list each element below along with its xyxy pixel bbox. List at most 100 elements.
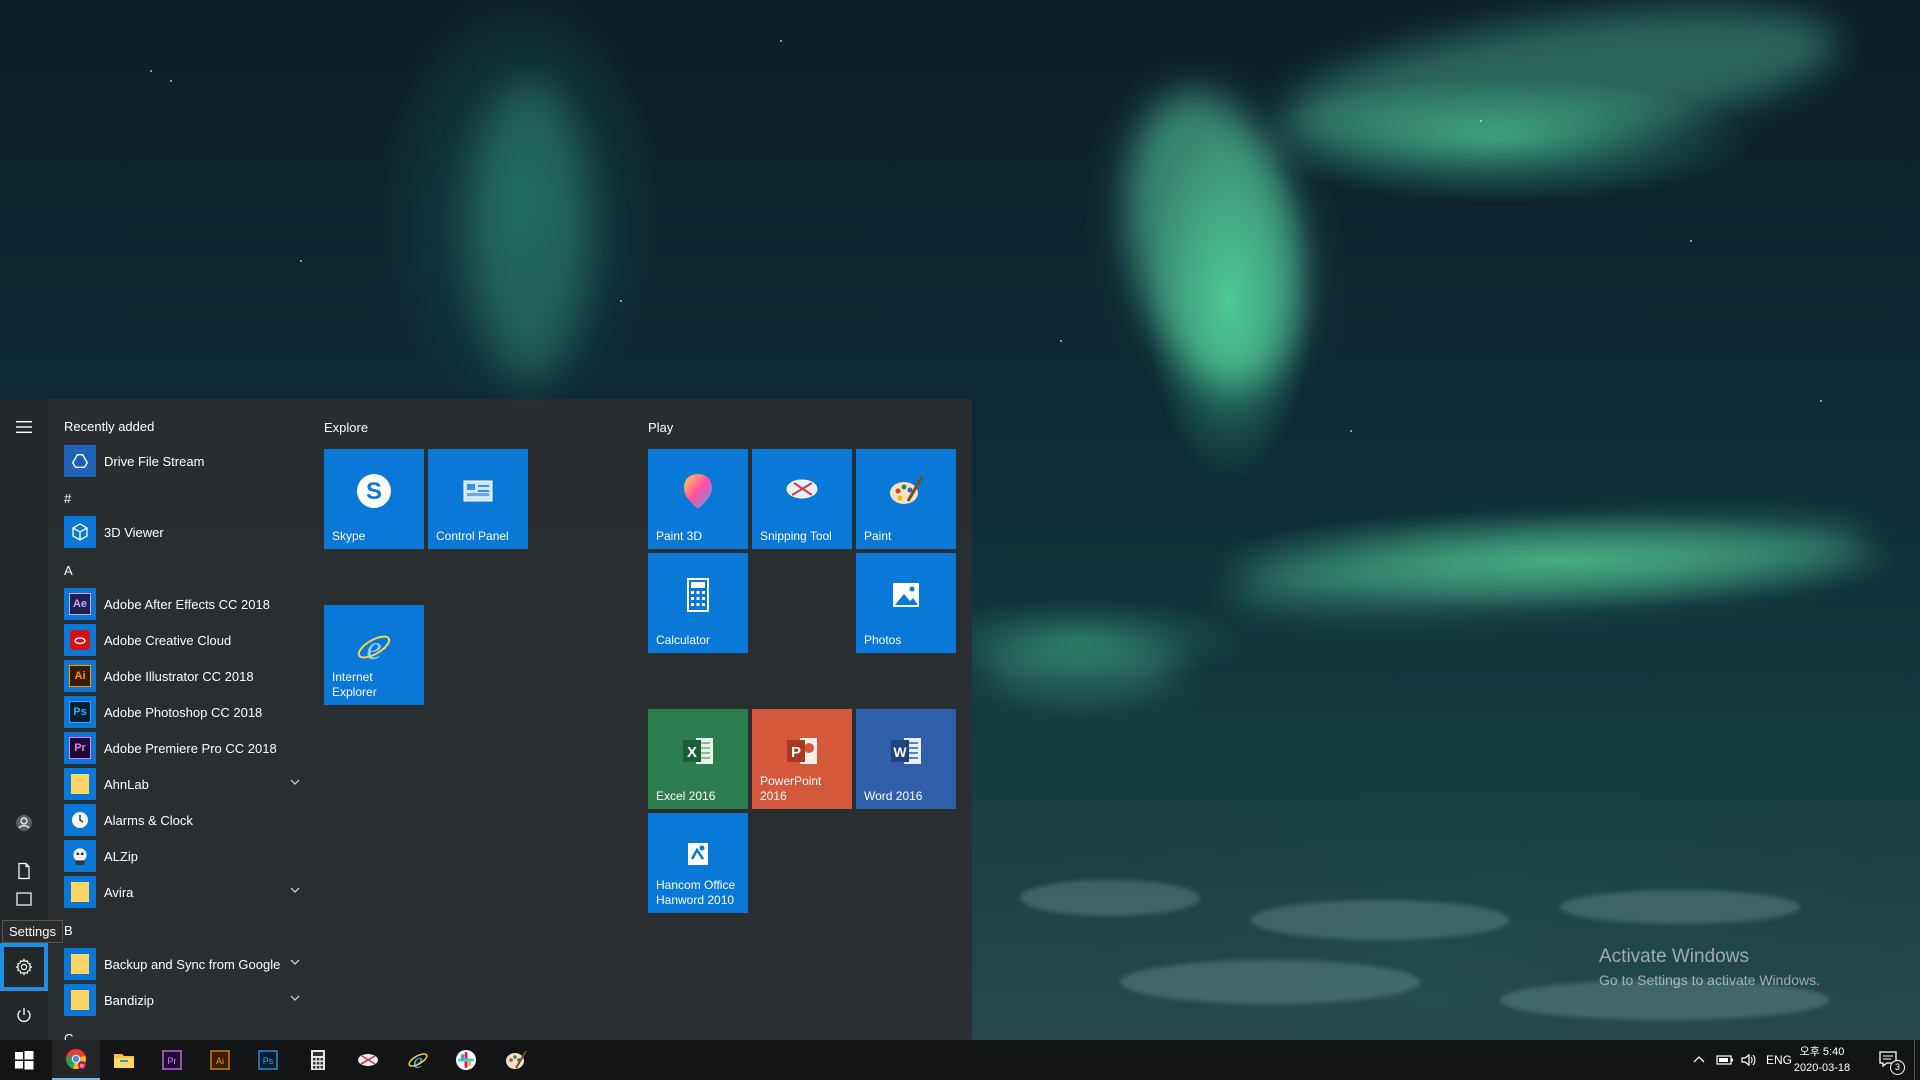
cube-icon (64, 516, 96, 548)
tile-word-2016[interactable]: W Word 2016 (856, 709, 956, 809)
star (150, 70, 152, 72)
list-item-label: Adobe After Effects CC 2018 (104, 596, 270, 612)
user-account-button[interactable] (0, 799, 48, 847)
list-item[interactable]: Ps Adobe Photoshop CC 2018 (64, 695, 304, 729)
folder-icon (64, 876, 96, 908)
premiere-glyph: Pr (69, 737, 91, 759)
aurora-glow (1228, 507, 1872, 623)
documents-button[interactable] (0, 847, 48, 895)
chevron-down-icon[interactable] (288, 991, 302, 1005)
list-item-label: Backup and Sync from Google (104, 956, 281, 972)
pictures-button[interactable] (0, 889, 48, 909)
taskbar-premiere[interactable]: Pr (148, 1040, 196, 1080)
scissors-icon (358, 1054, 378, 1066)
list-item[interactable]: Drive File Stream (64, 444, 304, 478)
skype-icon: S (357, 474, 391, 508)
chevron-up-icon[interactable] (1692, 1053, 1706, 1067)
tile-control-panel[interactable]: Control Panel (428, 449, 528, 549)
start-rail (0, 399, 48, 1040)
tile-hancom-hanword[interactable]: Hancom Office Hanword 2010 (648, 813, 748, 913)
taskbar-photoshop[interactable]: Ps (244, 1040, 292, 1080)
clock-time: 오후 5:40 (1799, 1046, 1845, 1058)
input-language[interactable]: ENG (1766, 1053, 1792, 1067)
settings-button[interactable] (0, 943, 48, 991)
b-header[interactable]: B (64, 923, 73, 938)
power-button[interactable] (0, 991, 48, 1039)
list-item[interactable]: Adobe Creative Cloud (64, 623, 304, 657)
group-title-explore[interactable]: Explore (324, 420, 368, 435)
tile-snipping-tool[interactable]: Snipping Tool (752, 449, 852, 549)
start-button[interactable] (0, 1040, 48, 1080)
action-center-button[interactable]: 3 (1870, 1046, 1906, 1075)
star (620, 300, 622, 302)
star (170, 80, 172, 82)
list-item[interactable]: Pr Adobe Premiere Pro CC 2018 (64, 731, 304, 765)
list-item[interactable]: Avira (64, 875, 304, 909)
taskbar-calculator[interactable] (294, 1040, 342, 1080)
star (1350, 430, 1352, 432)
taskbar-file-explorer[interactable] (100, 1040, 148, 1080)
recently-added-header: Recently added (64, 419, 155, 434)
list-item[interactable]: ALZip (64, 839, 304, 873)
list-item-label: Avira (104, 884, 134, 900)
tile-label: Paint 3D (656, 529, 703, 543)
chevron-down-icon[interactable] (288, 955, 302, 969)
a-header[interactable]: A (64, 563, 73, 578)
expand-menu-button[interactable] (0, 403, 48, 451)
photoshop-glyph: Ps (69, 701, 91, 723)
list-item[interactable]: Ae Adobe After Effects CC 2018 (64, 587, 304, 621)
c-header[interactable]: C (64, 1031, 73, 1040)
list-item[interactable]: Backup and Sync from Google (64, 947, 304, 981)
tile-skype[interactable]: S Skype (324, 449, 424, 549)
folder-icon (114, 1054, 134, 1068)
list-item[interactable]: Ai Adobe Illustrator CC 2018 (64, 659, 304, 693)
volume-icon[interactable] (1740, 1052, 1758, 1068)
list-item[interactable]: AhnLab (64, 767, 304, 801)
tile-label: Excel 2016 (656, 789, 716, 803)
list-item[interactable]: Bandizip (64, 983, 304, 1017)
battery-icon[interactable] (1716, 1052, 1734, 1068)
photos-icon (893, 583, 919, 607)
tile-paint-3d[interactable]: Paint 3D (648, 449, 748, 549)
tile-label: Calculator (656, 633, 711, 647)
taskbar-clock[interactable]: 오후 5:40 2020-03-18 (1792, 1044, 1852, 1076)
star (1690, 240, 1692, 242)
list-item[interactable]: 3D Viewer (64, 515, 304, 549)
star (300, 260, 302, 262)
word-icon: W (891, 738, 921, 764)
taskbar-paint[interactable] (492, 1040, 540, 1080)
tile-label: Control Panel (436, 529, 509, 543)
tile-excel-2016[interactable]: X Excel 2016 (648, 709, 748, 809)
user-avatar-icon (16, 815, 32, 831)
chevron-down-icon[interactable] (288, 883, 302, 897)
tile-label: Paint (864, 529, 892, 543)
taskbar-slack[interactable] (442, 1040, 490, 1080)
tile-internet-explorer[interactable]: e Internet Explorer (324, 605, 424, 705)
powerpoint-icon: P (787, 738, 817, 764)
chevron-down-icon[interactable] (288, 775, 302, 789)
taskbar-chrome[interactable]: w (52, 1040, 100, 1080)
star (1820, 400, 1822, 402)
svg-text:e: e (413, 1048, 423, 1072)
tile-photos[interactable]: Photos (856, 553, 956, 653)
paint-3d-icon (684, 474, 712, 509)
hamburger-icon (16, 421, 32, 433)
show-desktop-button[interactable] (1914, 1040, 1920, 1080)
hash-header[interactable]: # (64, 491, 71, 506)
tile-label: Internet Explorer (332, 670, 377, 699)
list-item-label: Adobe Premiere Pro CC 2018 (104, 740, 277, 756)
tile-powerpoint-2016[interactable]: P PowerPoint 2016 (752, 709, 852, 809)
settings-tooltip: Settings (2, 920, 63, 943)
internet-explorer-icon: e (357, 630, 391, 667)
group-title-play[interactable]: Play (648, 420, 673, 435)
taskbar-snipping-tool[interactable] (344, 1040, 392, 1080)
tile-paint[interactable]: Paint (856, 449, 956, 549)
taskbar-internet-explorer[interactable]: e (394, 1040, 442, 1080)
tile-calculator[interactable]: Calculator (648, 553, 748, 653)
list-item[interactable]: Alarms & Clock (64, 803, 304, 837)
hanword-icon (688, 843, 708, 865)
taskbar-illustrator[interactable]: Ai (196, 1040, 244, 1080)
list-item-label: Bandizip (104, 992, 154, 1008)
svg-text:Pr: Pr (168, 1056, 177, 1066)
start-menu: Settings Recently added Drive File Strea… (0, 399, 972, 1040)
